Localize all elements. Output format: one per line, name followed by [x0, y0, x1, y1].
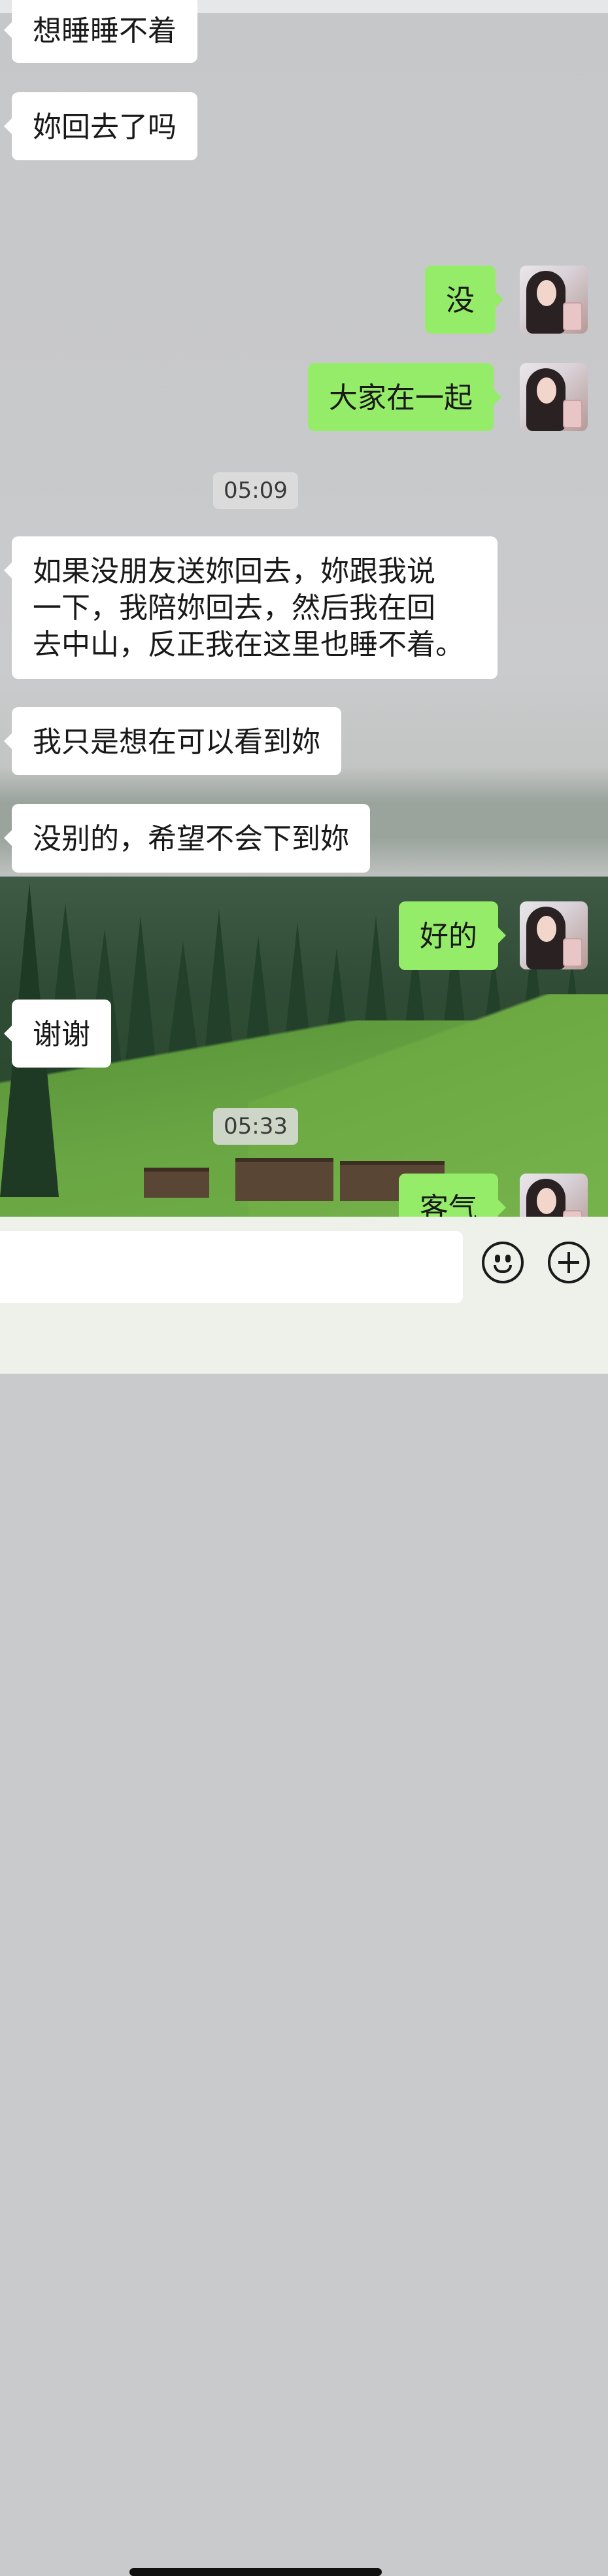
message-text: 想睡睡不着 [33, 14, 177, 48]
message-incoming[interactable]: 谢谢 [4, 1000, 111, 1068]
message-text: 如果没朋友送妳回去，妳跟我说 一下，我陪妳回去，然后我在回 去中山，反正我在这里… [33, 555, 464, 661]
message-text: 妳回去了吗 [33, 111, 177, 144]
message-text: 客气 [420, 1192, 477, 1217]
home-indicator [129, 2568, 382, 2576]
avatar[interactable] [520, 266, 588, 334]
message-text: 没别的，希望不会下到妳 [33, 822, 349, 856]
message-input[interactable] [0, 1231, 463, 1303]
message-incoming[interactable]: 想睡睡不着 [4, 0, 197, 63]
timestamp: 05:09 [213, 472, 298, 509]
avatar[interactable] [520, 901, 588, 969]
message-incoming[interactable]: 没别的，希望不会下到妳 [4, 804, 370, 873]
message-text: 好的 [420, 920, 477, 953]
avatar[interactable] [520, 363, 588, 431]
message-outgoing[interactable]: 大家在一起 [308, 363, 501, 431]
message-text: 没 [446, 284, 475, 317]
message-text: 大家在一起 [329, 381, 473, 415]
message-incoming[interactable]: 我只是想在可以看到妳 [4, 707, 341, 775]
input-bar [0, 1217, 608, 2576]
message-clip: 客气 [0, 1171, 608, 1217]
message-incoming[interactable]: 如果没朋友送妳回去，妳跟我说 一下，我陪妳回去，然后我在回 去中山，反正我在这里… [4, 536, 498, 679]
message-outgoing[interactable]: 没 [425, 266, 503, 334]
message-outgoing[interactable]: 好的 [399, 901, 506, 970]
avatar[interactable] [520, 1174, 588, 1217]
message-text: 我只是想在可以看到妳 [33, 725, 320, 759]
timestamp: 05:33 [213, 1108, 298, 1145]
emoji-icon[interactable] [482, 1242, 524, 1283]
plus-icon[interactable] [548, 1242, 590, 1283]
message-incoming[interactable]: 妳回去了吗 [4, 92, 197, 160]
message-outgoing[interactable]: 客气 [399, 1174, 506, 1217]
message-text: 谢谢 [33, 1018, 90, 1051]
